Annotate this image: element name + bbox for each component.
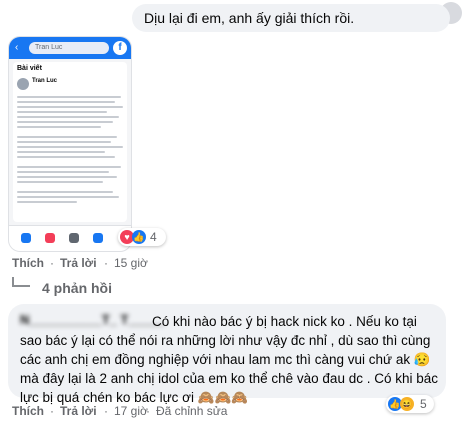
separator: · <box>50 256 54 270</box>
comment-actions: Thích · Trả lời · 15 giờ <box>12 256 172 272</box>
separator: · <box>104 256 108 270</box>
comment-bubble: N__________T_ T_____ Có khi nào bác ý bị… <box>8 304 446 405</box>
screenshot-text-line <box>17 126 101 128</box>
reply-button[interactable]: Trả lời <box>60 256 97 270</box>
screenshot-author-name: Tran Luc <box>32 78 58 84</box>
separator: · <box>50 404 54 418</box>
screenshot-text-line <box>17 121 113 123</box>
comment-text: Có khi nào bác ý bị hack nick ko . Nếu k… <box>20 314 438 405</box>
screenshot-text-line <box>17 166 121 168</box>
attached-screenshot-image[interactable]: ‹ Tran Luc f Bài viết Tran Luc <box>8 36 132 252</box>
reaction-count: 4 <box>150 230 157 244</box>
like-button[interactable]: Thích <box>12 256 44 270</box>
replies-label: 4 phản hồi <box>42 280 112 296</box>
screenshot-header: ‹ Tran Luc f <box>9 37 131 59</box>
edited-label[interactable]: Đã chỉnh sửa <box>156 404 227 418</box>
screenshot-text-line <box>17 171 109 173</box>
screenshot-text-line <box>17 136 117 138</box>
screenshot-text-line <box>17 151 105 153</box>
separator: · <box>104 404 108 418</box>
screenshot-author-avatar <box>17 78 29 90</box>
screenshot-post: Bài viết Tran Luc <box>13 62 127 222</box>
reply-arrow-icon <box>12 277 30 287</box>
comment-text: Dịu lại đi em, anh ấy giải thích rồi. <box>144 10 355 26</box>
screenshot-text-line <box>17 181 103 183</box>
screenshot-notify-icon <box>45 233 55 243</box>
screenshot-text-line <box>17 196 119 198</box>
screenshot-home-icon <box>21 233 31 243</box>
back-icon: ‹ <box>15 42 19 53</box>
screenshot-text-line <box>17 191 113 193</box>
screenshot-text-line <box>17 101 115 103</box>
screenshot-text-line <box>17 141 111 143</box>
screenshot-bottom-bar <box>9 225 131 251</box>
reaction-summary[interactable]: 👍 😆 5 <box>386 395 434 413</box>
reaction-summary[interactable]: ♥ 👍 4 <box>118 228 166 246</box>
reaction-count: 5 <box>420 397 427 411</box>
screenshot-text-line <box>17 116 119 118</box>
comment-time-link[interactable]: 17 giờ <box>114 404 148 418</box>
screenshot-text-line <box>17 106 123 108</box>
screenshot-section-title: Bài viết <box>17 65 42 72</box>
screenshot-text-line <box>17 146 123 148</box>
comment-actions: Thích · Trả lời · 17 giờ · Đã chỉnh sửa <box>12 404 272 420</box>
screenshot-text-line <box>17 176 117 178</box>
screenshot-text-line <box>17 111 107 113</box>
screenshot-text-line <box>17 96 121 98</box>
screenshot-text-line <box>17 201 77 203</box>
haha-reaction-icon: 😆 <box>400 397 414 411</box>
like-button[interactable]: Thích <box>12 404 44 418</box>
facebook-icon: f <box>113 41 127 55</box>
separator: · <box>146 404 150 418</box>
comment-time-link[interactable]: 15 giờ <box>114 256 148 270</box>
screenshot-text-line <box>17 156 115 158</box>
screenshot-menu-icon <box>93 233 103 243</box>
like-reaction-icon: 👍 <box>132 230 146 244</box>
comment-bubble: Dịu lại đi em, anh ấy giải thích rồi. <box>132 4 450 32</box>
reply-button[interactable]: Trả lời <box>60 404 97 418</box>
screenshot-profile-icon <box>69 233 79 243</box>
screenshot-search-field: Tran Luc <box>29 42 109 54</box>
